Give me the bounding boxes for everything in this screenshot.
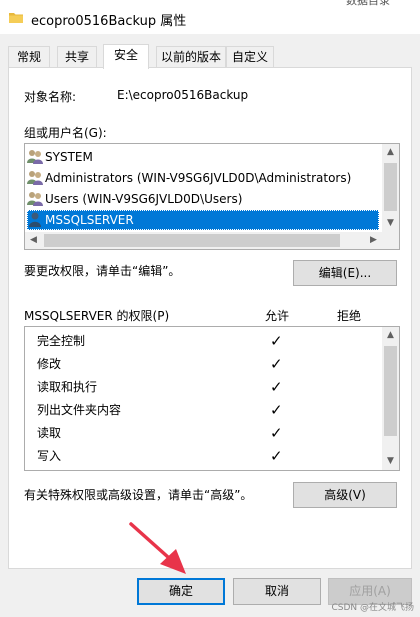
permission-row: 写入 <box>37 449 62 463</box>
edit-button[interactable]: 编辑(E)... <box>293 260 397 286</box>
user-listbox[interactable]: SYSTEM Administrators (WIN-V9SG6JVLD0D\A… <box>24 143 400 250</box>
permission-row: 列出文件夹内容 <box>37 403 122 417</box>
permission-row: 读取 <box>37 426 62 440</box>
check-icon: ✓ <box>270 424 283 442</box>
scroll-down-icon[interactable]: ▼ <box>382 215 399 232</box>
permission-row: 修改 <box>37 357 62 371</box>
window-title: ecopro0516Backup 属性 <box>31 14 187 29</box>
vertical-scrollbar[interactable]: ▲ ▼ <box>382 144 399 232</box>
scroll-up-icon[interactable]: ▲ <box>382 327 399 344</box>
user-name: Administrators (WIN-V9SG6JVLD0D\Administ… <box>45 171 352 185</box>
list-item[interactable]: SYSTEM <box>27 147 379 167</box>
check-icon: ✓ <box>270 401 283 419</box>
allow-header: 允许 <box>265 309 290 323</box>
tab-sharing[interactable]: 共享 <box>57 46 97 68</box>
scroll-right-icon[interactable]: ▶ <box>365 232 382 249</box>
tab-general[interactable]: 常规 <box>8 46 50 68</box>
scroll-corner <box>382 232 399 249</box>
deny-header: 拒绝 <box>337 309 362 323</box>
user-icon <box>29 212 41 227</box>
user-name: Users (WIN-V9SG6JVLD0D\Users) <box>45 192 243 206</box>
scroll-thumb[interactable] <box>384 346 397 436</box>
scroll-down-icon[interactable]: ▼ <box>382 453 399 470</box>
security-panel: 对象名称: E:\ecopro0516Backup 组或用户名(G): SYST… <box>8 67 412 569</box>
user-name: MSSQLSERVER <box>45 213 134 227</box>
advanced-button[interactable]: 高级(V) <box>293 482 397 508</box>
watermark: CSDN @在文城飞扬 <box>331 603 414 613</box>
cancel-button[interactable]: 取消 <box>233 578 321 605</box>
permission-row: 完全控制 <box>37 334 86 348</box>
vertical-scrollbar[interactable]: ▲ ▼ <box>382 327 399 470</box>
scroll-left-icon[interactable]: ◀ <box>25 232 42 249</box>
scroll-up-icon[interactable]: ▲ <box>382 144 399 161</box>
tab-strip: 常规 共享 安全 以前的版本 自定义 <box>8 44 412 69</box>
user-group-icon <box>27 192 43 206</box>
group-user-label: 组或用户名(G): <box>24 126 107 140</box>
change-permission-hint: 要更改权限，请单击“编辑”。 <box>24 264 181 278</box>
scroll-thumb[interactable] <box>44 234 340 247</box>
list-item-selected[interactable]: MSSQLSERVER <box>27 210 379 230</box>
advanced-hint: 有关特殊权限或高级设置，请单击“高级”。 <box>24 488 253 502</box>
ok-button[interactable]: 确定 <box>137 578 225 605</box>
permission-row: 读取和执行 <box>37 380 98 394</box>
user-name: SYSTEM <box>45 150 93 164</box>
user-group-icon <box>27 171 43 185</box>
title-bar: ecopro0516Backup 属性 数据目录 <box>0 0 420 34</box>
check-icon: ✓ <box>270 332 283 350</box>
scroll-thumb[interactable] <box>384 163 397 211</box>
tab-customize[interactable]: 自定义 <box>226 46 274 68</box>
horizontal-scrollbar[interactable]: ◀ ▶ <box>25 232 382 249</box>
list-item[interactable]: Administrators (WIN-V9SG6JVLD0D\Administ… <box>27 168 379 188</box>
object-name-label: 对象名称: <box>24 90 77 104</box>
background-text-cut: 数据目录 <box>346 0 390 7</box>
permissions-listbox[interactable]: 完全控制 ✓ 修改 ✓ 读取和执行 ✓ 列出文件夹内容 ✓ 读取 ✓ 写入 ✓ … <box>24 326 400 471</box>
check-icon: ✓ <box>270 378 283 396</box>
folder-icon <box>9 13 23 23</box>
user-group-icon <box>27 150 43 164</box>
permissions-header: MSSQLSERVER 的权限(P) <box>24 309 170 323</box>
check-icon: ✓ <box>270 447 283 465</box>
object-name-value: E:\ecopro0516Backup <box>117 88 249 102</box>
list-item[interactable]: Users (WIN-V9SG6JVLD0D\Users) <box>27 189 379 209</box>
check-icon: ✓ <box>270 355 283 373</box>
tab-previous-versions[interactable]: 以前的版本 <box>156 46 226 68</box>
tab-security[interactable]: 安全 <box>103 44 149 69</box>
